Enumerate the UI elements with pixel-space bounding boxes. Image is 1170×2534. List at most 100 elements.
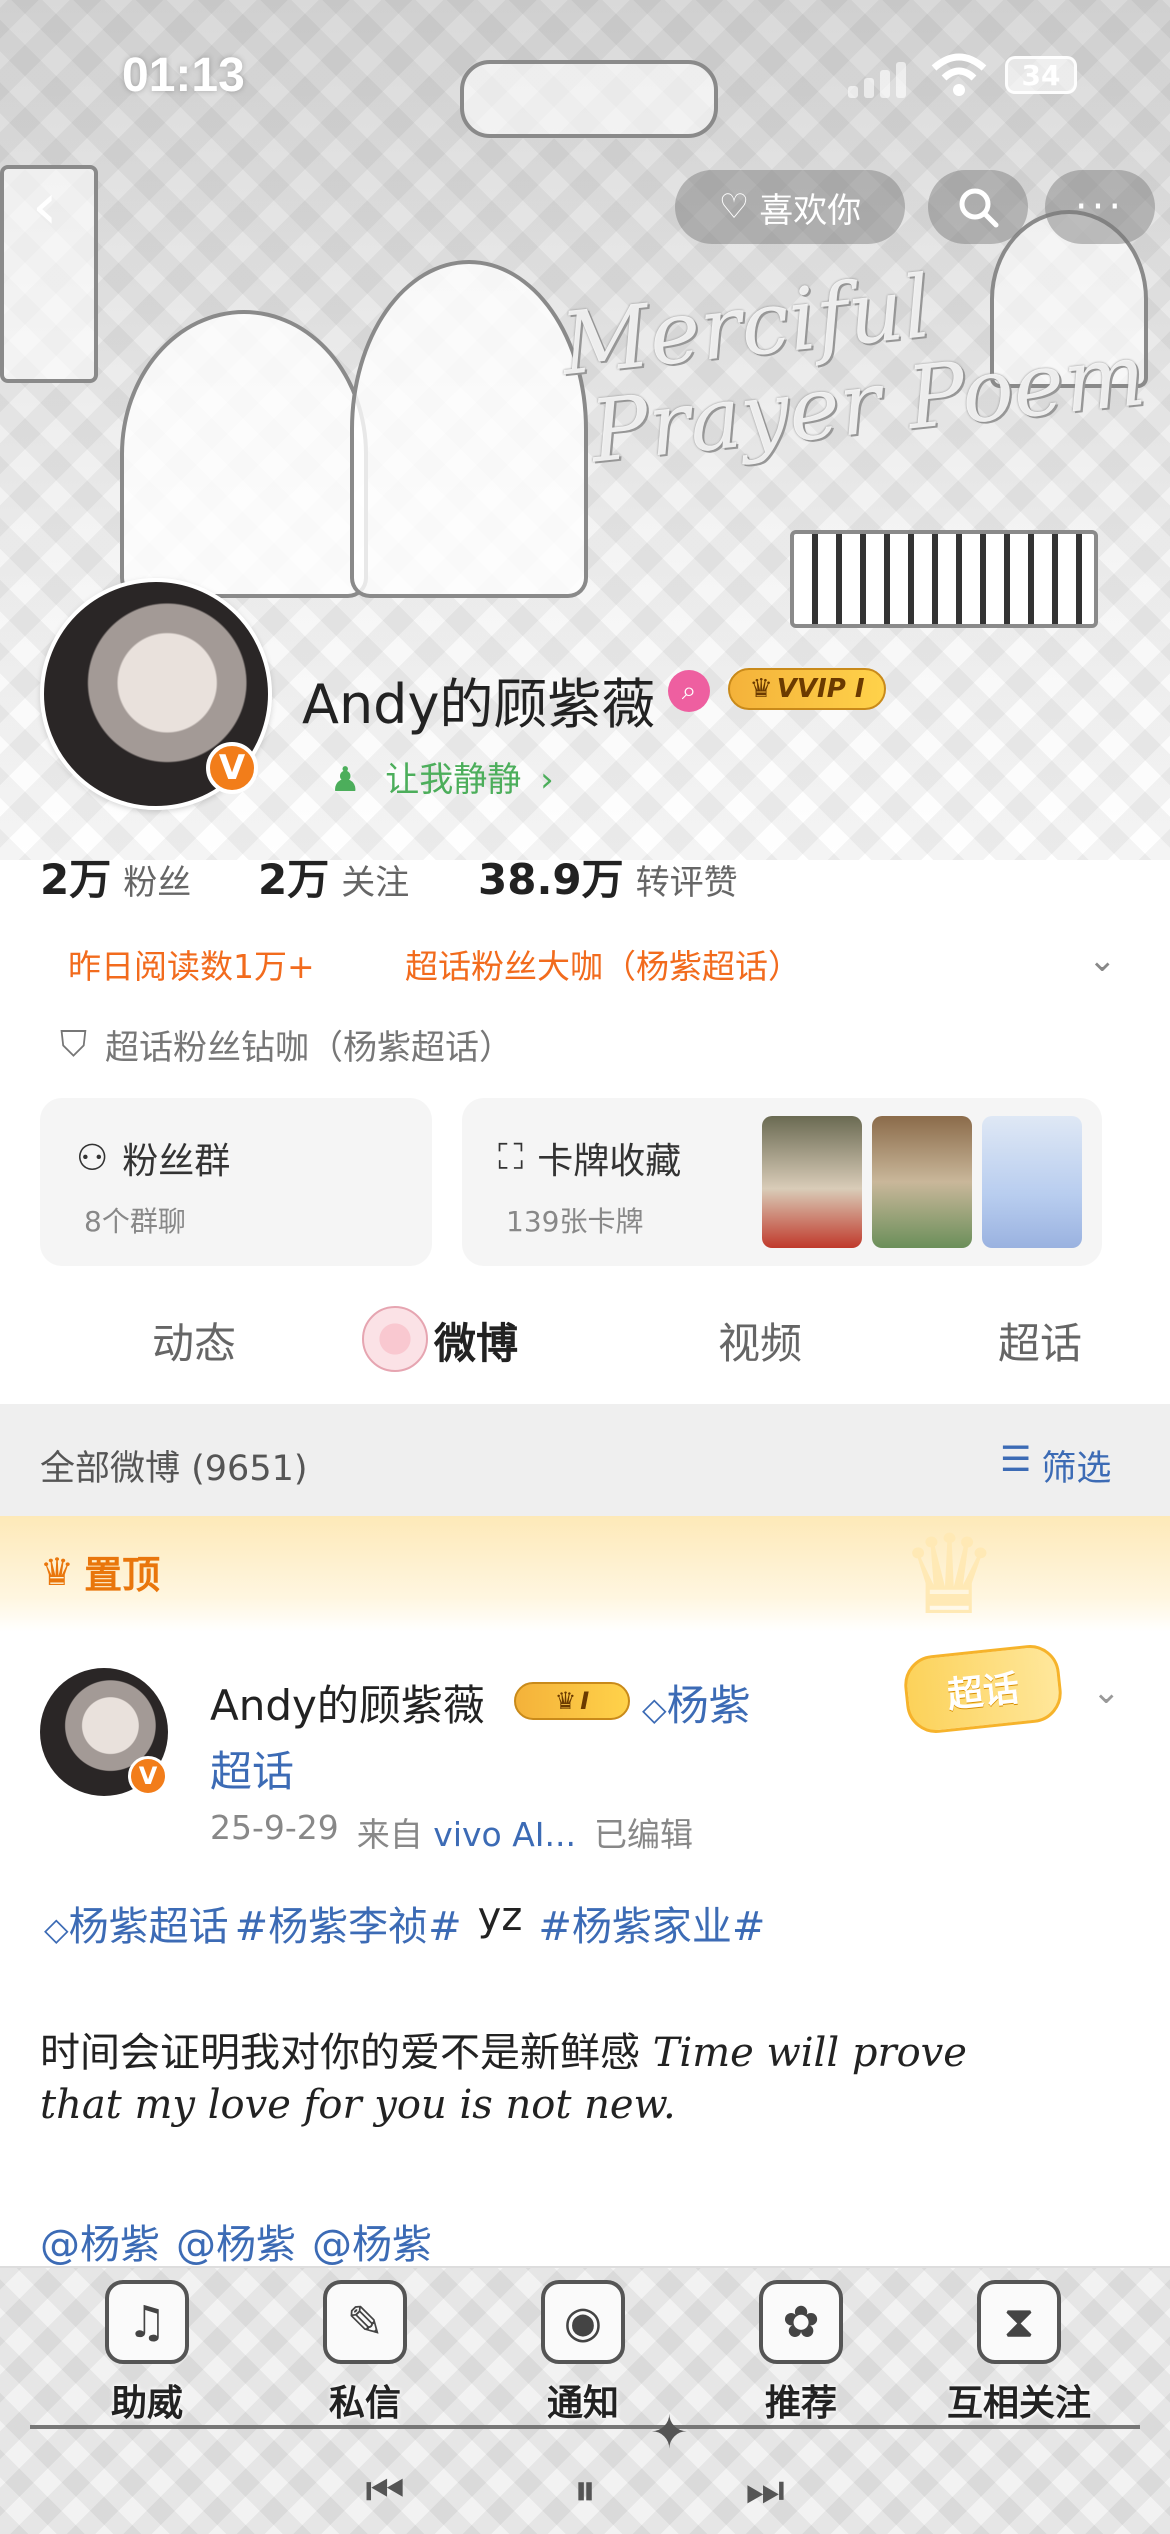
- post-vip-label: I: [580, 1687, 590, 1715]
- mention-link[interactable]: @杨紫: [40, 2212, 160, 2270]
- character-right-decoration: [350, 260, 588, 598]
- nav-recommend[interactable]: ✿ 推荐: [711, 2280, 891, 2426]
- tag-fan-level[interactable]: 超话粉丝大咖（杨紫超话）: [405, 940, 801, 988]
- group-icon: ⚇: [76, 1137, 109, 1179]
- pinned-label: ♛ 置顶: [40, 1544, 160, 1599]
- all-posts-label[interactable]: 全部微博 (9651): [40, 1440, 308, 1491]
- mention-link[interactable]: @杨紫: [176, 2212, 296, 2270]
- back-button[interactable]: ‹: [32, 170, 106, 244]
- nav-label: 通知: [546, 2383, 619, 2424]
- verified-icon: V: [206, 742, 258, 794]
- card-thumbnail[interactable]: [872, 1116, 972, 1248]
- tab-activity[interactable]: 动态: [152, 1310, 236, 1371]
- nav-messages[interactable]: ✎ 私信: [275, 2280, 455, 2426]
- hourglass-icon: ⧗: [977, 2280, 1061, 2364]
- like-you-button[interactable]: ♡ 喜欢你: [675, 170, 905, 244]
- post-source[interactable]: vivo AI...: [433, 1815, 576, 1854]
- stat-label: 关注: [341, 863, 410, 903]
- post-topic-link[interactable]: ◇杨紫: [642, 1672, 751, 1733]
- post-date: 25-9-29: [210, 1808, 339, 1847]
- fan-group-card[interactable]: ⚇ 粉丝群 8个群聊: [40, 1098, 432, 1266]
- mention-link[interactable]: @杨紫: [312, 2212, 432, 2270]
- crown-icon: ♛: [554, 1687, 577, 1715]
- rabbit-icon: ♡: [718, 187, 750, 227]
- post-text-cn: 时间会证明我对你的爱不是新鲜感: [40, 2030, 640, 2076]
- filter-icon: ☰: [1000, 1440, 1032, 1480]
- crown-icon: ♛: [749, 674, 773, 704]
- nav-notifications[interactable]: ◉ 通知: [493, 2280, 673, 2426]
- fan-badge-text: 超话粉丝钻咖（杨紫超话）: [105, 1028, 514, 1068]
- post-text-line1: 时间会证明我对你的爱不是新鲜感 Time will prove: [40, 2020, 967, 2078]
- next-icon: ⏭: [745, 2464, 785, 2516]
- card-collection-count: 139张卡牌: [506, 1205, 644, 1238]
- tag-supertopic[interactable]: ◇杨紫超话: [44, 1894, 229, 1952]
- crown-icon: ♛: [40, 1549, 75, 1594]
- more-icon: ···: [1074, 184, 1126, 230]
- tag-reads[interactable]: 昨日阅读数1万+: [68, 940, 315, 988]
- post-mentions: @杨紫 @杨紫 @杨紫: [40, 2212, 432, 2270]
- card-thumbnail[interactable]: [762, 1116, 862, 1248]
- chevron-down-icon[interactable]: ⌄: [1088, 940, 1117, 980]
- card-thumbnail[interactable]: [982, 1116, 1082, 1248]
- record-icon: ◉: [541, 2280, 625, 2364]
- chevron-right-icon: ›: [540, 760, 554, 800]
- nav-label: 助威: [110, 2383, 183, 2424]
- card-collection-title: 卡牌收藏: [537, 1141, 682, 1182]
- status-text: 让我静静: [385, 760, 522, 800]
- search-button[interactable]: [928, 170, 1028, 244]
- fan-group-title: 粉丝群: [122, 1141, 231, 1182]
- fan-badge-line[interactable]: ⛉ 超话粉丝钻咖（杨紫超话）: [60, 1020, 513, 1069]
- tab-weibo[interactable]: 微博: [434, 1310, 518, 1371]
- signal-icon: [848, 60, 908, 98]
- post-topic-part1: 杨紫: [666, 1681, 751, 1730]
- card-icon: ⛶: [498, 1137, 524, 1178]
- filter-label: 筛选: [1041, 1449, 1112, 1489]
- filter-button[interactable]: ☰ 筛选: [1000, 1440, 1111, 1491]
- character-left-decoration: [120, 310, 368, 598]
- post-meta: 25-9-29 来自 vivo AI... 已编辑: [210, 1808, 693, 1856]
- post-from-label: 来自: [356, 1815, 423, 1854]
- diamond-icon: ◇: [44, 1910, 69, 1948]
- wifi-icon: [930, 52, 988, 98]
- like-you-label: 喜欢你: [759, 190, 862, 231]
- post-author[interactable]: Andy的顾紫薇: [210, 1672, 485, 1733]
- banner-title: Merciful Prayer Poem: [556, 256, 1151, 483]
- vvip-badge[interactable]: ♛ VVIP I: [728, 668, 886, 710]
- search-badge-icon[interactable]: ⌕: [668, 670, 710, 712]
- battery-indicator: 34: [1005, 56, 1077, 94]
- stat-value: 2万: [258, 855, 330, 904]
- status-row[interactable]: ♟ 让我静静 ›: [330, 752, 554, 801]
- post-text-line2: that my love for you is not new.: [40, 2082, 676, 2128]
- stat-label: 粉丝: [123, 863, 192, 903]
- vvip-label: VVIP I: [776, 674, 865, 704]
- person-icon: ♟: [330, 760, 361, 800]
- tab-video[interactable]: 视频: [718, 1310, 802, 1371]
- more-button[interactable]: ···: [1045, 170, 1155, 244]
- nav-label: 互相关注: [946, 2383, 1091, 2424]
- piano-decoration: [790, 530, 1098, 628]
- stat-followers[interactable]: 2万 粉丝: [40, 846, 191, 907]
- post-vip-badge[interactable]: ♛ I: [514, 1682, 630, 1720]
- post-edited: 已编辑: [593, 1815, 693, 1854]
- ribbon-decoration: [460, 60, 718, 138]
- post-text-en: Time will prove: [652, 2030, 967, 2076]
- profile-username: Andy的顾紫薇: [302, 673, 656, 736]
- stat-label: 转评赞: [635, 863, 738, 903]
- pause-icon: ⏸: [574, 2464, 596, 2516]
- post-topic-link-continued[interactable]: 超话: [210, 1738, 294, 1799]
- speaker-icon: ♫: [105, 2280, 189, 2364]
- shield-icon: ⛉: [60, 1023, 88, 1065]
- tag-hashtag[interactable]: #杨紫李祯#: [235, 1894, 462, 1952]
- stat-following[interactable]: 2万 关注: [258, 846, 409, 907]
- fan-group-count: 8个群聊: [84, 1205, 186, 1238]
- nav-cheer[interactable]: ♫ 助威: [57, 2280, 237, 2426]
- tag-plain-text: yz: [477, 1894, 523, 1940]
- stat-interactions[interactable]: 38.9万 转评赞: [478, 846, 738, 907]
- tag-supertopic-label: 杨紫超话: [68, 1904, 229, 1950]
- chevron-down-icon[interactable]: ⌄: [1092, 1672, 1121, 1712]
- tab-supertopic[interactable]: 超话: [998, 1310, 1082, 1371]
- card-collection-card[interactable]: ⛶ 卡牌收藏 139张卡牌: [462, 1098, 1102, 1266]
- rose-icon: ✿: [759, 2280, 843, 2364]
- nav-mutual-follow[interactable]: ⧗ 互相关注: [929, 2280, 1109, 2426]
- tag-hashtag[interactable]: #杨紫家业#: [538, 1894, 765, 1952]
